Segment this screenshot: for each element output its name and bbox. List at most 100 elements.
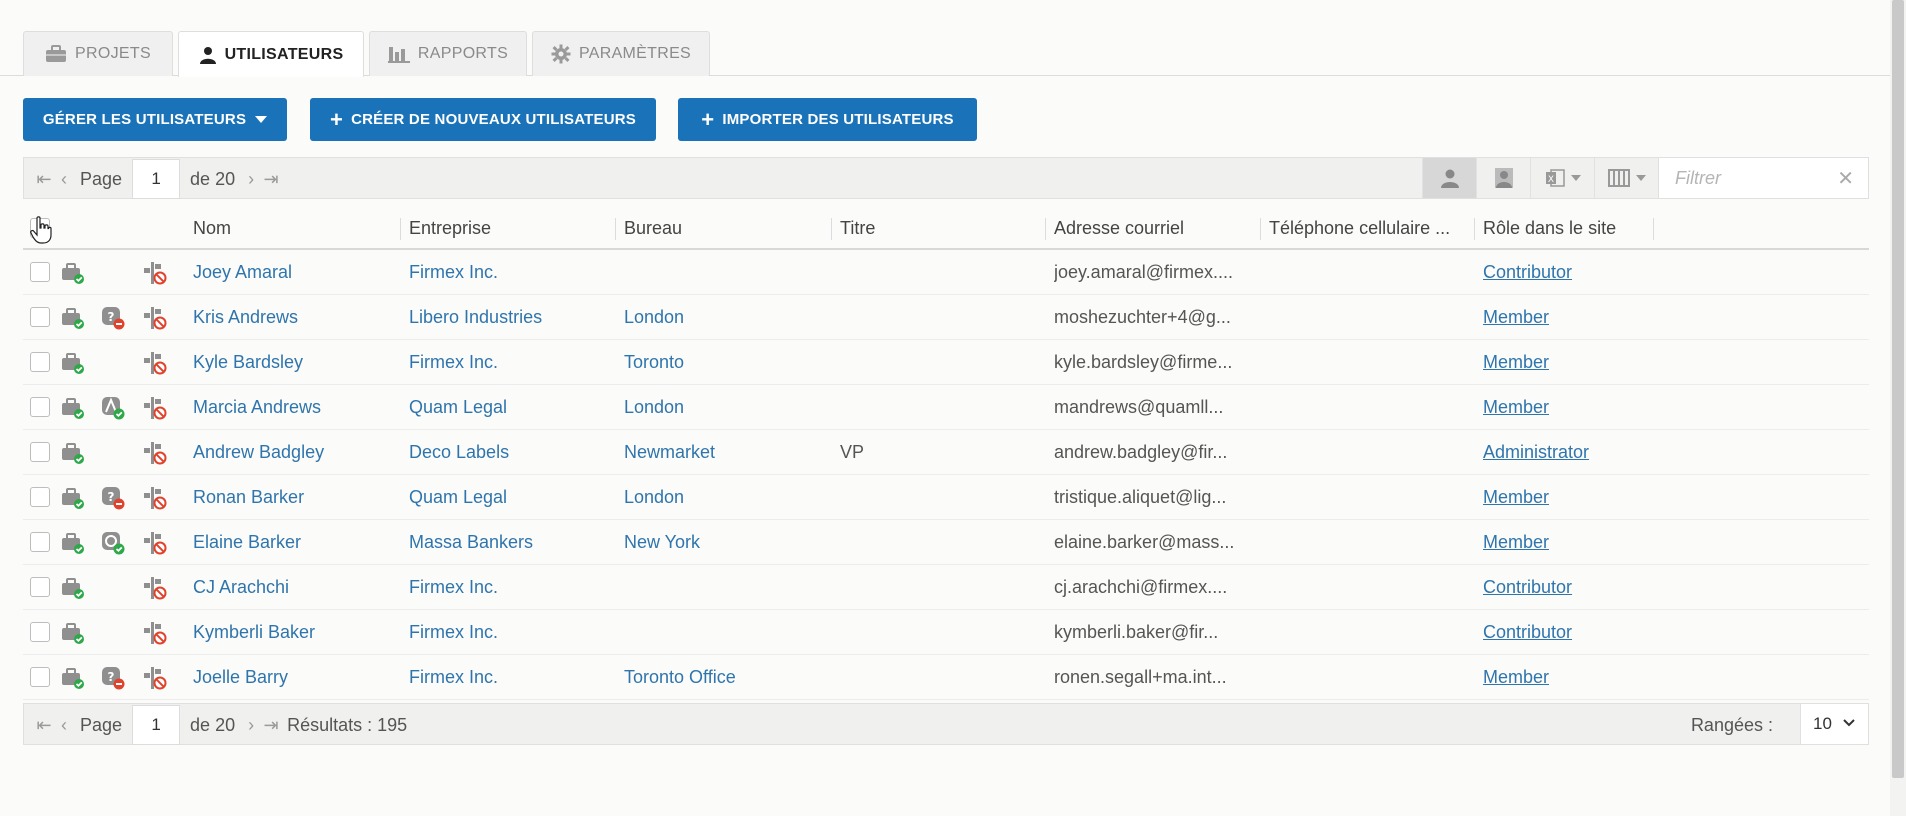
tab-projets[interactable]: PROJETS <box>23 31 173 76</box>
tab-utilisateurs[interactable]: UTILISATEURS <box>178 31 364 77</box>
inactive-users-view-button[interactable] <box>1476 158 1530 198</box>
user-name[interactable]: Kymberli Baker <box>193 610 398 655</box>
row-checkbox[interactable] <box>30 622 50 642</box>
row-checkbox[interactable] <box>30 532 50 552</box>
user-name[interactable]: Joey Amaral <box>193 250 398 295</box>
user-role-link[interactable]: Contributor <box>1483 610 1663 655</box>
user-company[interactable]: Massa Bankers <box>409 520 614 565</box>
table-row[interactable]: CJ Arachchi Firmex Inc. cj.arachchi@firmex… <box>23 565 1869 610</box>
user-company[interactable]: Firmex Inc. <box>409 610 614 655</box>
column-header-title[interactable]: Titre <box>832 208 1042 248</box>
user-company[interactable]: Firmex Inc. <box>409 565 614 610</box>
user-office[interactable]: London <box>624 385 829 430</box>
active-users-view-button[interactable] <box>1422 158 1476 198</box>
table-row[interactable]: Andrew Badgley Deco Labels Newmarket VP andr… <box>23 430 1869 475</box>
column-header-office[interactable]: Bureau <box>616 208 826 248</box>
table-row[interactable]: Kyle Bardsley Firmex Inc. Toronto kyle.bard… <box>23 340 1869 385</box>
vertical-scrollbar[interactable] <box>1890 0 1906 816</box>
user-name[interactable]: Joelle Barry <box>193 655 398 700</box>
tab-rapports[interactable]: RAPPORTS <box>369 31 527 76</box>
user-role-link[interactable]: Member <box>1483 295 1663 340</box>
column-header-name[interactable]: Nom <box>185 208 395 248</box>
user-office[interactable]: Toronto Office <box>624 655 829 700</box>
user-role-link[interactable]: Member <box>1483 340 1663 385</box>
columns-button[interactable] <box>1594 158 1658 198</box>
next-page-icon[interactable]: › <box>241 715 261 736</box>
prev-page-icon[interactable]: ‹ <box>54 715 74 736</box>
table-row[interactable]: Kymberli Baker Firmex Inc. kymberli.baker@… <box>23 610 1869 655</box>
column-header-company[interactable]: Entreprise <box>401 208 611 248</box>
row-checkbox[interactable] <box>30 307 50 327</box>
user-name[interactable]: Andrew Badgley <box>193 430 398 475</box>
last-page-icon[interactable]: ⇥ <box>261 169 281 190</box>
export-excel-button[interactable]: X <box>1530 158 1594 198</box>
user-office[interactable]: New York <box>624 520 829 565</box>
user-company[interactable]: Quam Legal <box>409 475 614 520</box>
user-office[interactable]: Newmarket <box>624 430 829 475</box>
user-office[interactable]: London <box>624 475 829 520</box>
first-page-icon[interactable]: ⇤ <box>34 715 54 736</box>
row-checkbox[interactable] <box>30 577 50 597</box>
create-users-button[interactable]: + CRÉER DE NOUVEAUX UTILISATEURS <box>310 98 656 141</box>
first-page-icon[interactable]: ⇤ <box>34 169 54 190</box>
row-checkbox[interactable] <box>30 352 50 372</box>
user-office[interactable]: Toronto <box>624 340 829 385</box>
user-office[interactable] <box>624 250 829 295</box>
page-number-input[interactable]: 1 <box>132 159 181 199</box>
column-header-phone[interactable]: Téléphone cellulaire ... <box>1261 208 1471 248</box>
column-header-role[interactable]: Rôle dans le site <box>1475 208 1675 248</box>
table-row[interactable]: ? Joelle Barry Firmex Inc. Toronto Office ro… <box>23 655 1869 700</box>
user-role-link[interactable]: Member <box>1483 520 1663 565</box>
user-role-link[interactable]: Member <box>1483 655 1663 700</box>
rows-per-page-value: 10 <box>1813 714 1832 733</box>
column-divider[interactable] <box>1653 218 1654 240</box>
page-number-input[interactable]: 1 <box>132 705 181 745</box>
row-checkbox[interactable] <box>30 442 50 462</box>
table-row[interactable]: ? Kris Andrews Libero Industries London mosh… <box>23 295 1869 340</box>
table-row[interactable]: Elaine Barker Massa Bankers New York elaine… <box>23 520 1869 565</box>
scrollbar-thumb[interactable] <box>1892 0 1904 778</box>
no-permission-icon <box>143 576 167 600</box>
user-company[interactable]: Quam Legal <box>409 385 614 430</box>
user-office[interactable] <box>624 565 829 610</box>
user-company[interactable]: Deco Labels <box>409 430 614 475</box>
svg-text:?: ? <box>108 670 115 684</box>
user-name[interactable]: Kyle Bardsley <box>193 340 398 385</box>
last-page-icon[interactable]: ⇥ <box>261 715 281 736</box>
user-name[interactable]: Kris Andrews <box>193 295 398 340</box>
tab-parametres[interactable]: PARAMÈTRES <box>532 31 710 76</box>
user-company[interactable]: Firmex Inc. <box>409 655 614 700</box>
row-checkbox[interactable] <box>30 397 50 417</box>
page-count: de 20 <box>190 168 236 189</box>
user-name[interactable]: Ronan Barker <box>193 475 398 520</box>
user-company[interactable]: Libero Industries <box>409 295 614 340</box>
filter-input[interactable] <box>1673 166 1833 190</box>
table-row[interactable]: ? Ronan Barker Quam Legal London tristique.a… <box>23 475 1869 520</box>
svg-text:X: X <box>1547 175 1553 185</box>
row-checkbox[interactable] <box>30 487 50 507</box>
user-name[interactable]: Elaine Barker <box>193 520 398 565</box>
prev-page-icon[interactable]: ‹ <box>54 169 74 190</box>
user-name[interactable]: CJ Arachchi <box>193 565 398 610</box>
row-checkbox[interactable] <box>30 262 50 282</box>
next-page-icon[interactable]: › <box>241 169 261 190</box>
user-company[interactable]: Firmex Inc. <box>409 340 614 385</box>
column-header-email[interactable]: Adresse courriel <box>1046 208 1256 248</box>
table-row[interactable]: Marcia Andrews Quam Legal London mandrews@q… <box>23 385 1869 430</box>
row-checkbox[interactable] <box>30 667 50 687</box>
user-role-link[interactable]: Contributor <box>1483 565 1663 610</box>
user-office[interactable] <box>624 610 829 655</box>
hand-cursor-icon <box>30 216 52 244</box>
user-role-link[interactable]: Member <box>1483 475 1663 520</box>
table-row[interactable]: Joey Amaral Firmex Inc. joey.amaral@firmex… <box>23 250 1869 295</box>
rows-per-page-select[interactable]: 10 <box>1800 704 1868 744</box>
user-role-link[interactable]: Member <box>1483 385 1663 430</box>
user-office[interactable]: London <box>624 295 829 340</box>
user-role-link[interactable]: Administrator <box>1483 430 1663 475</box>
clear-icon[interactable]: ✕ <box>1837 166 1854 191</box>
user-role-link[interactable]: Contributor <box>1483 250 1663 295</box>
user-name[interactable]: Marcia Andrews <box>193 385 398 430</box>
import-users-button[interactable]: + IMPORTER DES UTILISATEURS <box>678 98 977 141</box>
manage-users-button[interactable]: GÉRER LES UTILISATEURS <box>23 98 287 141</box>
user-company[interactable]: Firmex Inc. <box>409 250 614 295</box>
